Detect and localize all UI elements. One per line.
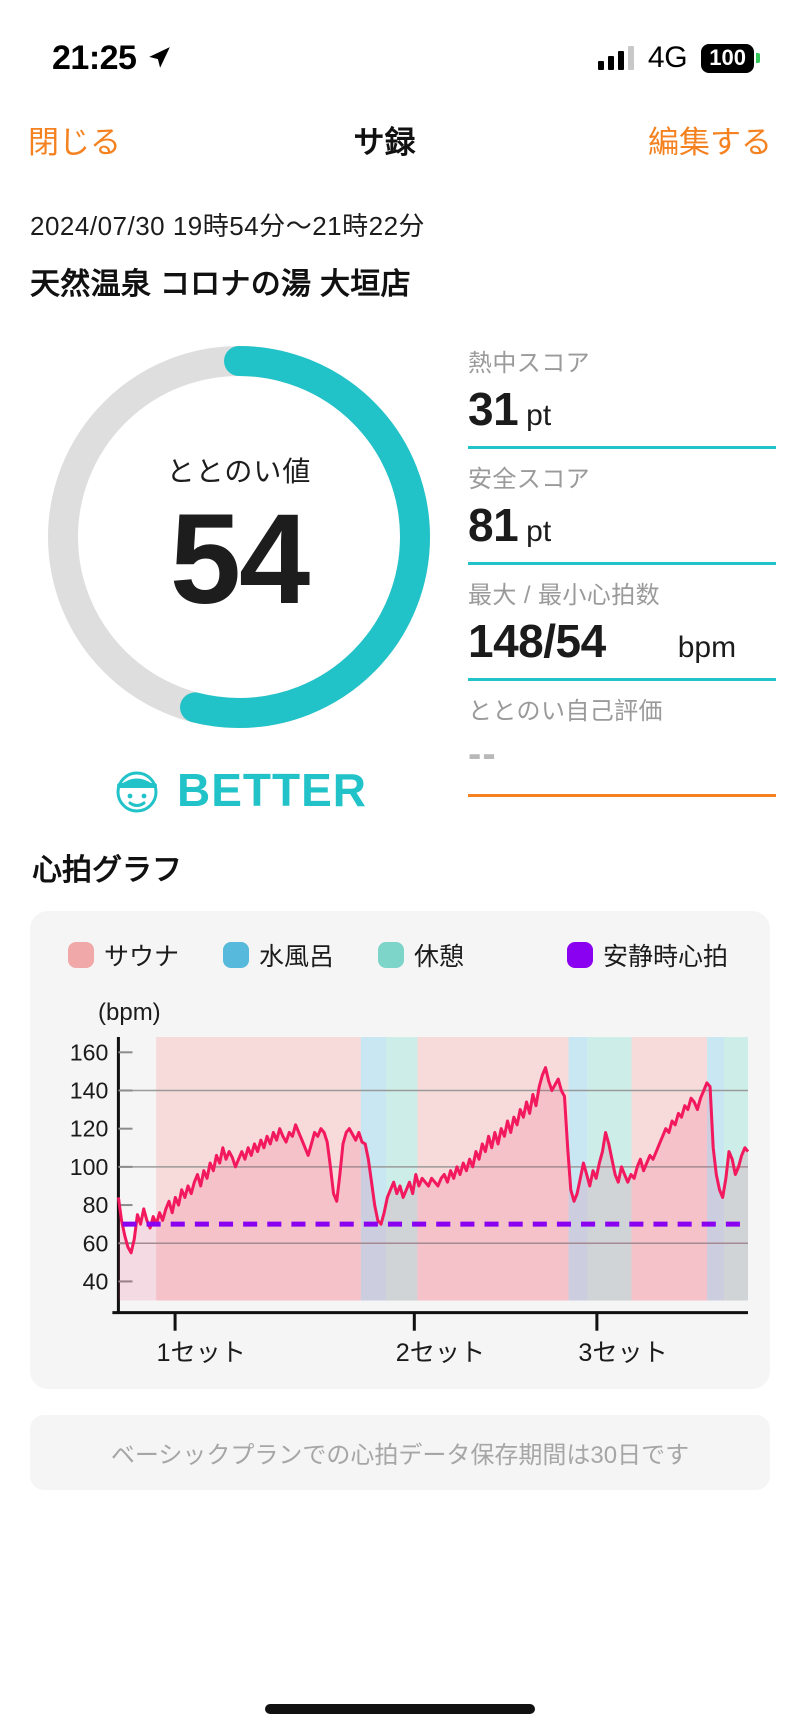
stat-value-row: --	[468, 730, 776, 784]
totonoi-center: ととのい値 54	[39, 337, 439, 737]
totonoi-ring-column: ととのい値 54 BETTER	[24, 337, 454, 817]
heart-rate-plot: 40 60 80 100 120 140 160 1セット 2セット 3セット	[46, 1031, 750, 1363]
heart-rate-chart-svg: 40 60 80 100 120 140 160 1セット 2セット 3セット	[70, 1037, 750, 1363]
chart-section-title: 心拍グラフ	[32, 854, 182, 887]
chart-plan-note: ベーシックプランでの心拍データ保存期間は30日です	[30, 1414, 770, 1490]
status-bar-left: 21:25	[52, 39, 172, 78]
legend-item-coldbath: 水風呂	[223, 937, 334, 973]
svg-text:3セット: 3セット	[578, 1339, 667, 1363]
svg-text:80: 80	[83, 1192, 109, 1218]
stat-value-row: 148/54 bpm	[468, 614, 776, 668]
svg-text:2セット: 2セット	[396, 1339, 485, 1363]
stat-value-row: 31 pt	[468, 382, 776, 436]
stat-label: 最大 / 最小心拍数	[468, 582, 661, 609]
totonoi-ring: ととのい値 54	[39, 337, 439, 737]
chart-y-axis-unit: (bpm)	[98, 999, 161, 1026]
svg-text:160: 160	[70, 1039, 109, 1065]
legend-swatch-rest	[378, 942, 405, 968]
status-time: 21:25	[52, 38, 137, 77]
chart-legend: サウナ 水風呂 休憩 安静時心拍	[46, 937, 750, 973]
location-arrow-icon	[149, 47, 171, 68]
legend-swatch-coldbath	[223, 942, 250, 968]
rating-label: BETTER	[177, 764, 367, 816]
nav-bar: 閉じる サ録 編集する	[0, 96, 800, 182]
svg-text:140: 140	[70, 1078, 109, 1104]
session-info: 2024/07/30 19時54分〜21時22分 天然温泉 コロナの湯 大垣店	[0, 182, 800, 303]
svg-text:60: 60	[83, 1230, 109, 1256]
stat-underline	[468, 794, 776, 797]
stat-heat-score: 熱中スコア 31 pt	[468, 343, 776, 449]
phone-screen: 21:25 4G 100 閉じる サ録 編集する 2024/07/30 19時5…	[0, 0, 800, 1732]
stat-safety-score: 安全スコア 81 pt	[468, 459, 776, 565]
home-indicator	[265, 1704, 535, 1714]
stat-label: 安全スコア	[468, 466, 590, 493]
legend-swatch-sauna	[68, 942, 94, 968]
score-section: ととのい値 54 BETTER 熱中スコア 31 pt 安全スコア 81 pt …	[0, 303, 800, 817]
session-venue-name: 天然温泉 コロナの湯 大垣店	[30, 268, 411, 301]
stat-unit: bpm	[677, 631, 737, 664]
heart-rate-chart-card: サウナ 水風呂 休憩 安静時心拍 (bpm) 40 60 80 100 120 140 16…	[30, 911, 770, 1389]
stat-heart-rate-range: 最大 / 最小心拍数 148/54 bpm	[468, 575, 776, 681]
battery-indicator: 100	[701, 43, 754, 73]
svg-text:120: 120	[70, 1116, 109, 1142]
totonoi-label: ととのい値	[166, 456, 312, 487]
stat-underline	[468, 678, 776, 681]
legend-label: 水風呂	[259, 943, 335, 971]
legend-item-sauna: サウナ	[68, 937, 179, 973]
stats-column: 熱中スコア 31 pt 安全スコア 81 pt 最大 / 最小心拍数 148/5…	[454, 337, 776, 817]
stat-self-evaluation[interactable]: ととのい自己評価 --	[468, 691, 776, 797]
legend-swatch-resting-hr	[566, 942, 593, 968]
status-bar-right: 4G 100	[597, 41, 754, 75]
totonoi-value: 54	[169, 488, 310, 631]
svg-text:100: 100	[70, 1154, 109, 1180]
stat-value: 31	[468, 383, 519, 435]
legend-label: 休憩	[414, 943, 465, 971]
svg-text:1セット: 1セット	[157, 1339, 246, 1363]
close-button[interactable]: 閉じる	[28, 117, 121, 162]
stat-underline	[468, 446, 776, 449]
page-title: サ録	[353, 124, 416, 160]
stat-label: ととのい自己評価	[468, 698, 663, 725]
stat-underline	[468, 562, 776, 565]
stat-value: --	[468, 732, 497, 776]
edit-button[interactable]: 編集する	[648, 117, 772, 162]
legend-item-rest: 休憩	[378, 937, 464, 973]
stat-value: 148/54	[468, 615, 606, 667]
stat-label: 熱中スコア	[468, 350, 590, 377]
stat-unit: pt	[526, 399, 552, 432]
sauna-hat-face-icon	[116, 771, 158, 813]
legend-item-resting-hr: 安静時心拍	[566, 937, 728, 973]
session-date-range: 2024/07/30 19時54分〜21時22分	[30, 211, 426, 241]
status-bar: 21:25 4G 100	[0, 0, 800, 96]
stat-unit: pt	[526, 515, 552, 548]
legend-label: サウナ	[104, 943, 180, 971]
rating-row: BETTER	[111, 763, 367, 817]
stat-value-row: 81 pt	[468, 498, 776, 552]
stat-value: 81	[468, 499, 519, 551]
svg-text:40: 40	[83, 1268, 109, 1294]
cellular-bars-icon	[597, 46, 634, 70]
legend-label: 安静時心拍	[602, 943, 728, 971]
network-type-label: 4G	[647, 41, 688, 74]
